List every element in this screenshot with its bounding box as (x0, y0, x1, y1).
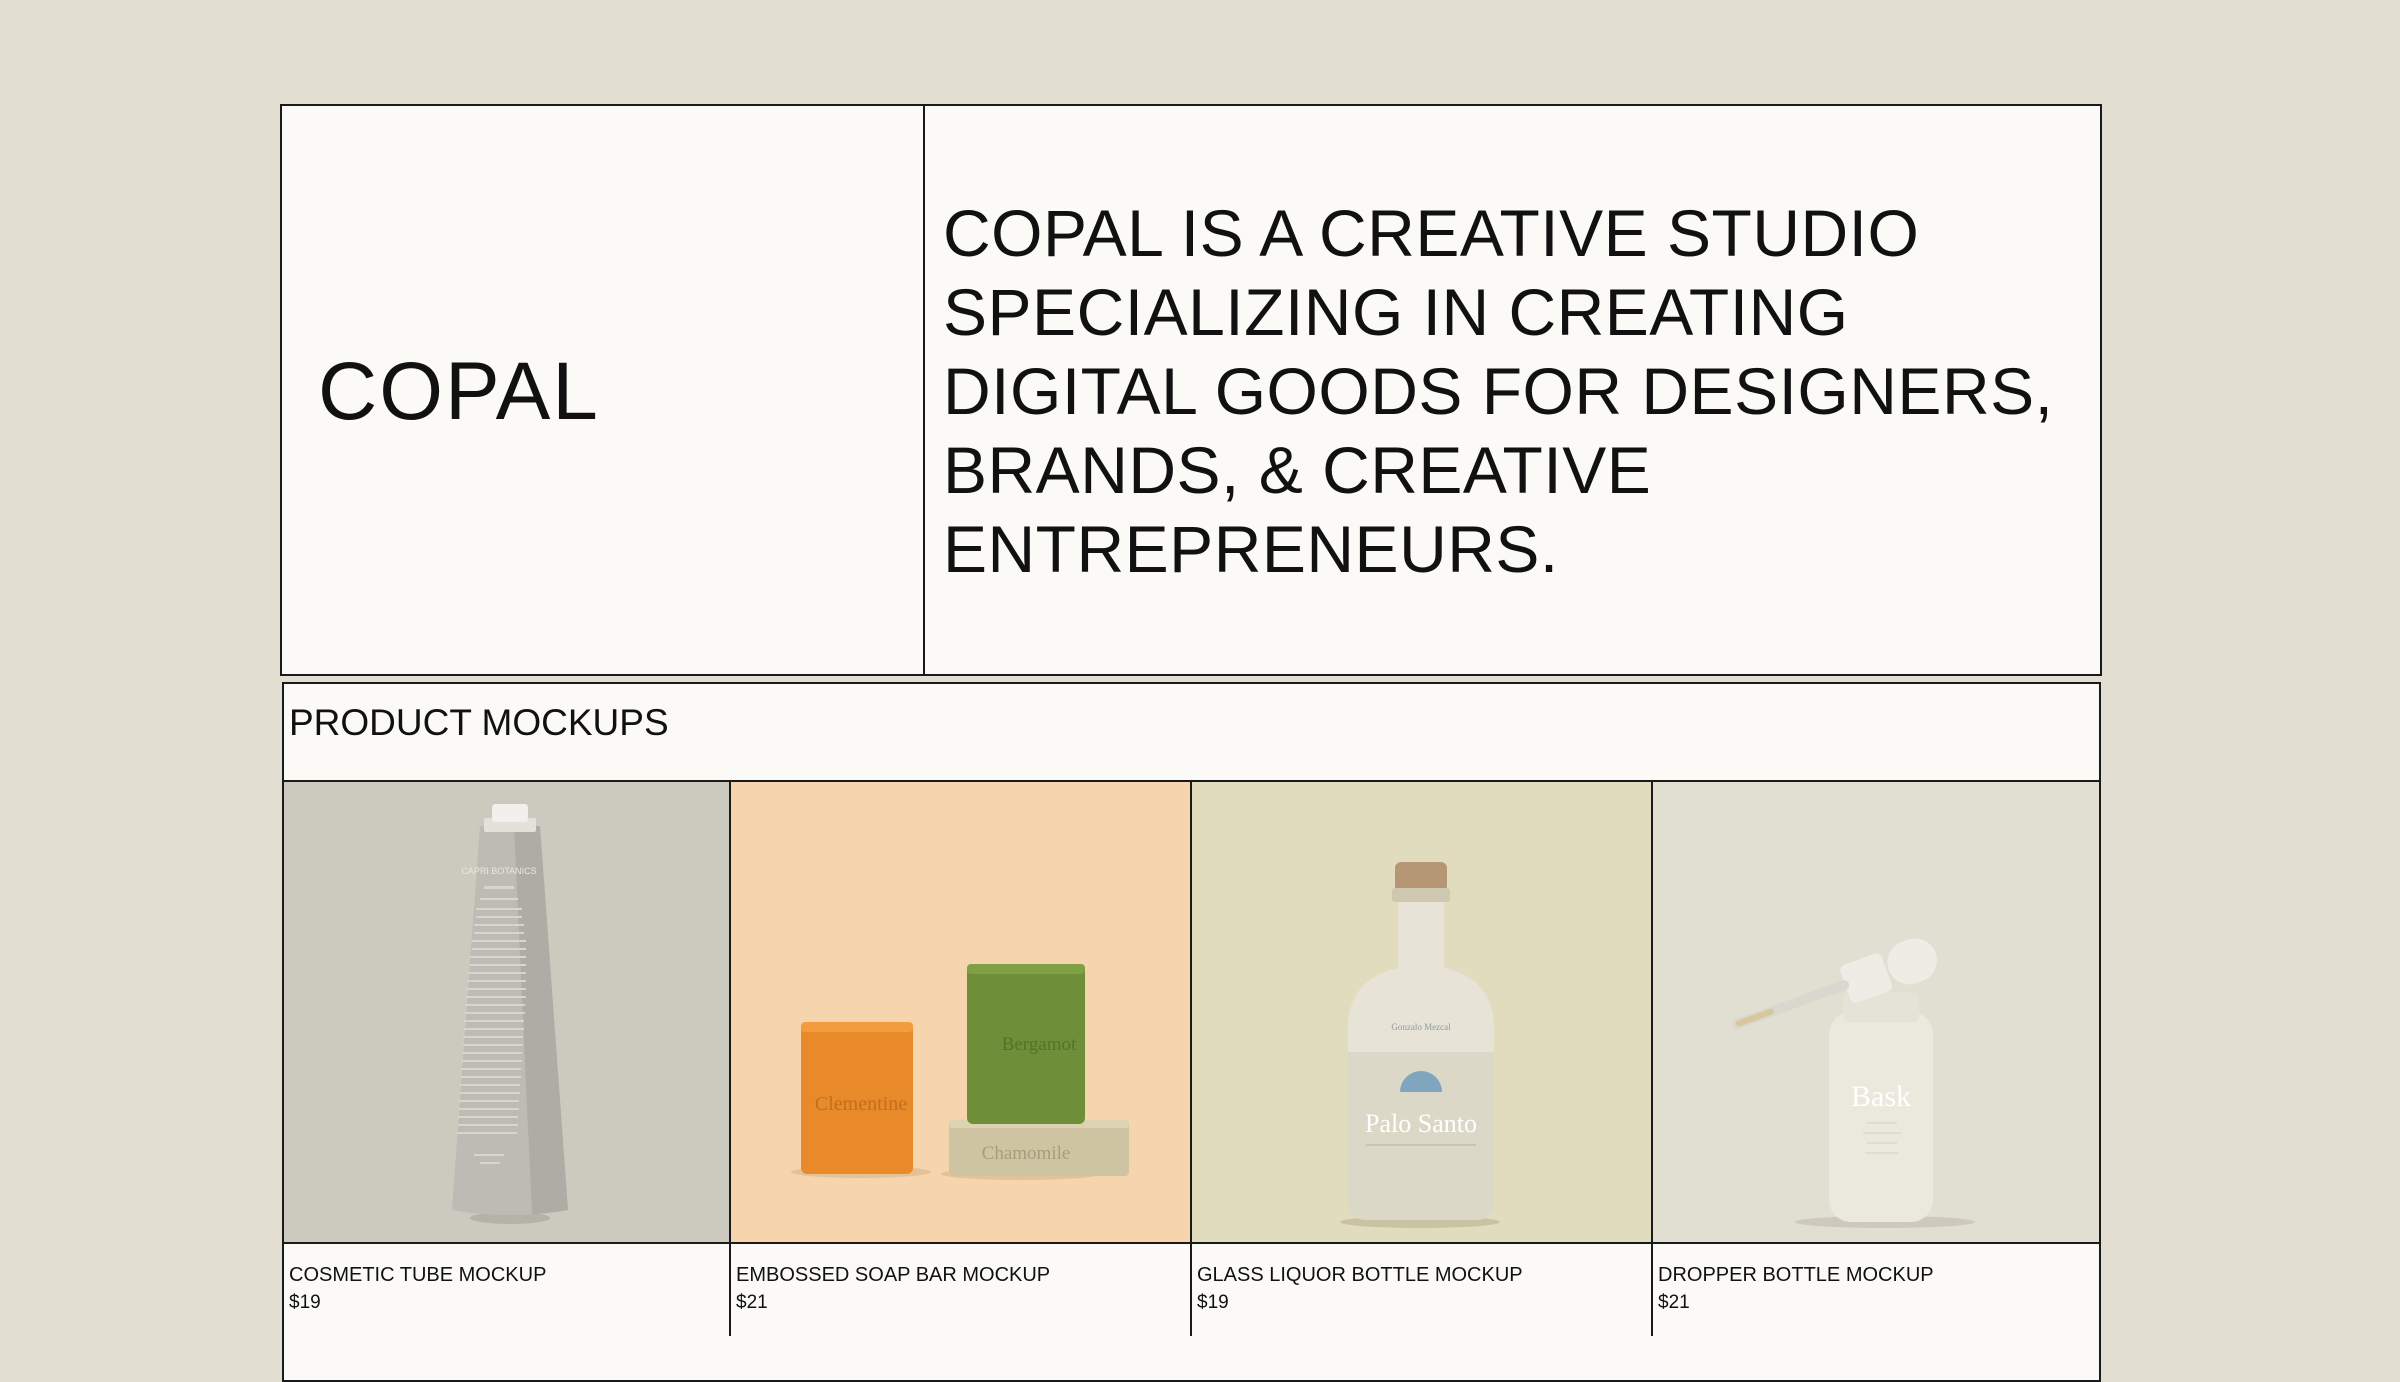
section-title: PRODUCT MOCKUPS (284, 684, 2099, 782)
product-image-dropper-bottle[interactable]: Bask (1653, 782, 2099, 1244)
product-price: $21 (736, 1292, 768, 1313)
product-info: DROPPER BOTTLE MOCKUP $21 (1653, 1244, 2099, 1336)
hero-panel: COPAL COPAL IS A CREATIVE STUDIO SPECIAL… (280, 104, 2102, 676)
product-mockups-section: PRODUCT MOCKUPS CAPRI BOTANICS COSMETIC … (282, 682, 2101, 1382)
product-card-soap-bar[interactable]: Clementine Chamomile Bergamot EMBOSSED S… (731, 782, 1192, 1336)
product-price: $21 (1658, 1292, 1690, 1313)
product-image-cosmetic-tube[interactable]: CAPRI BOTANICS (284, 782, 729, 1244)
cosmetic-tube-illustration: CAPRI BOTANICS (452, 804, 568, 1224)
product-name[interactable]: DROPPER BOTTLE MOCKUP (1658, 1261, 2094, 1289)
product-info: GLASS LIQUOR BOTTLE MOCKUP $19 (1192, 1244, 1651, 1336)
product-card-liquor-bottle[interactable]: Gonzalo Mezcal Palo Santo GLASS LIQUOR B… (1192, 782, 1653, 1336)
product-name[interactable]: COSMETIC TUBE MOCKUP (289, 1261, 724, 1289)
dropper-label-text: Bask (1851, 1080, 1911, 1113)
product-info: COSMETIC TUBE MOCKUP $19 (284, 1244, 729, 1336)
site-logo[interactable]: COPAL (318, 351, 600, 433)
soap-bar-illustration: Clementine Chamomile Bergamot (791, 964, 1129, 1180)
hero-logo-cell: COPAL (282, 106, 925, 674)
dropper-bottle-illustration: Bask (1732, 938, 1975, 1228)
tube-brand-text: CAPRI BOTANICS (461, 866, 536, 876)
product-grid: CAPRI BOTANICS COSMETIC TUBE MOCKUP $19 … (284, 782, 2099, 1336)
product-name[interactable]: EMBOSSED SOAP BAR MOCKUP (736, 1261, 1185, 1289)
product-card-cosmetic-tube[interactable]: CAPRI BOTANICS COSMETIC TUBE MOCKUP $19 (284, 782, 731, 1336)
product-image-soap-bar[interactable]: Clementine Chamomile Bergamot (731, 782, 1190, 1244)
bottle-brand-text: Gonzalo Mezcal (1391, 1022, 1451, 1032)
hero-text-cell: COPAL IS A CREATIVE STUDIO SPECIALIZING … (925, 106, 2100, 674)
product-image-liquor-bottle[interactable]: Gonzalo Mezcal Palo Santo (1192, 782, 1651, 1244)
product-card-dropper-bottle[interactable]: Bask DROPPER BOTTLE MOCKUP $21 (1653, 782, 2099, 1336)
product-price: $19 (289, 1292, 321, 1313)
product-info: EMBOSSED SOAP BAR MOCKUP $21 (731, 1244, 1190, 1336)
bottle-label-text: Palo Santo (1365, 1109, 1477, 1138)
product-price: $19 (1197, 1292, 1229, 1313)
soap-label-clementine: Clementine (815, 1093, 907, 1115)
hero-tagline: COPAL IS A CREATIVE STUDIO SPECIALIZING … (943, 196, 2054, 586)
soap-label-chamomile: Chamomile (982, 1143, 1071, 1164)
liquor-bottle-illustration: Gonzalo Mezcal Palo Santo (1340, 862, 1500, 1228)
soap-label-bergamot: Bergamot (1002, 1034, 1077, 1055)
product-name[interactable]: GLASS LIQUOR BOTTLE MOCKUP (1197, 1261, 1646, 1289)
